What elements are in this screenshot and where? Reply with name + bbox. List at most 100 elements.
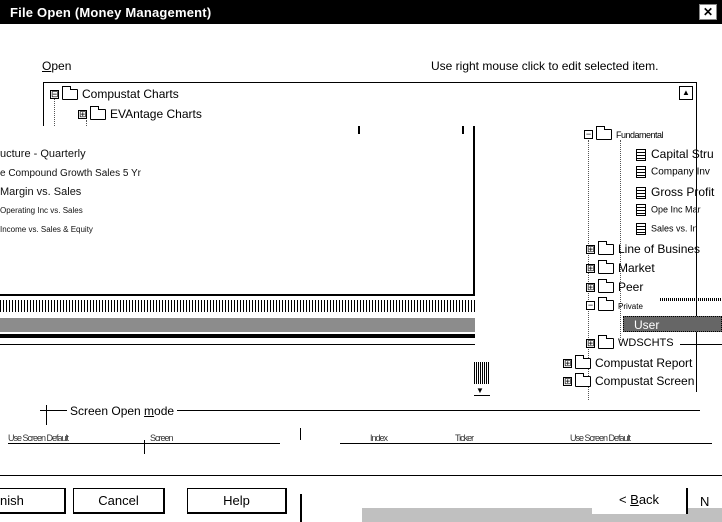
radio-option-index[interactable]: Index: [370, 433, 430, 443]
tree-item-compustat-report[interactable]: ⊞ Compustat Report: [563, 355, 692, 370]
radio-option-screen[interactable]: Screen: [150, 433, 245, 443]
overlay-list-item[interactable]: Income vs. Sales & Equity: [0, 225, 93, 234]
grey-band: [0, 318, 475, 332]
folder-icon: [598, 334, 614, 349]
collapse-icon[interactable]: −: [586, 301, 595, 311]
expand-icon[interactable]: ⊞: [563, 359, 572, 369]
tree-item-label: WDSCHTS: [618, 337, 674, 349]
folder-icon: [575, 373, 591, 388]
back-button-edge: [686, 488, 688, 514]
radio-option-default-2[interactable]: Use Screen Default: [570, 433, 715, 443]
thin-line: [0, 344, 475, 345]
tree-item-label: Company Inv: [651, 166, 710, 178]
tree-item-label: Gross Profit: [651, 185, 715, 199]
tree-item-user-selected[interactable]: User: [623, 316, 722, 332]
tree-item-compustat-charts[interactable]: ⊟ Compustat Charts: [50, 86, 179, 101]
dither-artifact: [660, 298, 722, 301]
edit-hint: Use right mouse click to edit selected i…: [431, 59, 659, 73]
tree-item-label: Peer: [618, 280, 644, 294]
tree-item-label: Private: [618, 302, 643, 311]
tree-item-label: Fundamental: [616, 130, 664, 140]
screen-open-mode-label: Screen Open mode: [67, 404, 178, 418]
group-divider: [300, 428, 301, 440]
tree-item-compustat-screen[interactable]: ⊞ Compustat Screen: [563, 373, 695, 388]
tree-item-gross-profit[interactable]: Gross Profit: [636, 185, 714, 199]
collapse-icon[interactable]: −: [584, 130, 593, 140]
tree-view-right-border: [696, 82, 697, 392]
chart-doc-icon: [636, 148, 646, 161]
tree-item-evantage-charts[interactable]: ⊞ EVAntage Charts: [78, 106, 202, 121]
tree-item-label: Sales vs. In: [651, 223, 698, 234]
back-prefix: <: [618, 492, 631, 507]
folder-icon: [598, 260, 614, 275]
overlay-list-item[interactable]: e Compound Growth Sales 5 Yr: [0, 168, 141, 179]
chart-doc-icon: [636, 223, 646, 235]
back-button[interactable]: < Back: [592, 488, 686, 514]
back-suffix: ack: [638, 492, 660, 507]
tree-item-private[interactable]: − Private: [586, 297, 643, 312]
tree-item-fundamental[interactable]: − Fundamental: [584, 126, 664, 141]
legend-suffix: ode: [154, 404, 175, 418]
expand-icon[interactable]: ⊞: [586, 283, 595, 293]
open-label-mnemonic: O: [42, 59, 52, 73]
expand-icon[interactable]: ⊞: [78, 110, 87, 120]
tree-item-sales-vs-income[interactable]: Sales vs. In: [636, 223, 698, 235]
overlay-list-item[interactable]: ucture - Quarterly: [0, 148, 86, 160]
open-label: Open: [42, 59, 71, 73]
tree-item-capital-structure[interactable]: Capital Stru: [636, 147, 714, 161]
expand-icon[interactable]: ⊞: [586, 245, 595, 255]
tree-item-line-of-business[interactable]: ⊞ Line of Busines: [586, 241, 701, 256]
folder-icon: [598, 241, 614, 256]
group-left-edge: [46, 405, 47, 425]
next-button[interactable]: N: [700, 494, 709, 509]
tree-item-label: Market: [618, 261, 655, 275]
tree-item-wdschts[interactable]: ⊞ WDSCHTS: [586, 334, 674, 349]
window-title: File Open (Money Management): [10, 5, 212, 20]
tree-item-label: EVAntage Charts: [110, 107, 202, 121]
expand-icon[interactable]: ⊞: [586, 338, 595, 348]
radio-option-default[interactable]: Use Screen Default: [8, 433, 143, 443]
legend-mnemonic: m: [144, 404, 155, 418]
open-label-rest: pen: [51, 59, 72, 73]
tree-item-label: Compustat Charts: [82, 87, 179, 101]
underline: [340, 443, 712, 444]
cancel-button[interactable]: Cancel: [73, 488, 165, 514]
folder-icon: [598, 279, 614, 294]
tree-item-market[interactable]: ⊞ Market: [586, 260, 655, 275]
scroll-down-icon[interactable]: ▼: [476, 386, 484, 395]
overlay-list-item[interactable]: Operating Inc vs. Sales: [0, 206, 83, 215]
dither-band: [0, 300, 475, 312]
folder-icon: [575, 355, 591, 370]
help-button[interactable]: Help: [187, 488, 287, 514]
overlay-tick: [358, 126, 360, 134]
overlay-tick: [462, 126, 464, 134]
expand-icon[interactable]: ⊞: [586, 264, 595, 274]
scroll-up-icon[interactable]: ▲: [679, 86, 693, 100]
chart-doc-icon: [636, 166, 646, 178]
black-band: [0, 334, 475, 338]
collapse-icon[interactable]: ⊟: [50, 90, 59, 100]
radio-option-ticker[interactable]: Ticker: [455, 433, 535, 443]
expand-icon[interactable]: ⊞: [563, 377, 572, 387]
chart-doc-icon: [636, 204, 646, 216]
tree-item-label: Line of Busines: [618, 242, 701, 256]
tree-item-peer[interactable]: ⊞ Peer: [586, 279, 644, 294]
folder-open-icon: [596, 126, 612, 141]
title-bar: File Open (Money Management) ✕: [0, 0, 722, 24]
folder-open-icon: [598, 297, 614, 312]
tree-item-label: User: [634, 318, 660, 332]
finish-button[interactable]: nish: [0, 488, 66, 514]
back-mnemonic: B: [630, 492, 639, 507]
divider: [300, 494, 302, 522]
overlay-list-item[interactable]: Margin vs. Sales: [0, 186, 81, 198]
divider: [144, 440, 145, 454]
chart-list-overlay: ucture - Quarterly e Compound Growth Sal…: [0, 126, 475, 296]
close-icon[interactable]: ✕: [699, 4, 717, 20]
divider: [474, 395, 490, 396]
chart-doc-icon: [636, 186, 646, 199]
tree-item-ope-inc-margin[interactable]: Ope Inc Mar: [636, 204, 701, 216]
button-separator: [0, 475, 722, 476]
tree-item-company-inv[interactable]: Company Inv: [636, 166, 710, 178]
tree-item-label: Compustat Screen: [595, 374, 695, 388]
scroll-thumb-dither: [474, 362, 490, 384]
